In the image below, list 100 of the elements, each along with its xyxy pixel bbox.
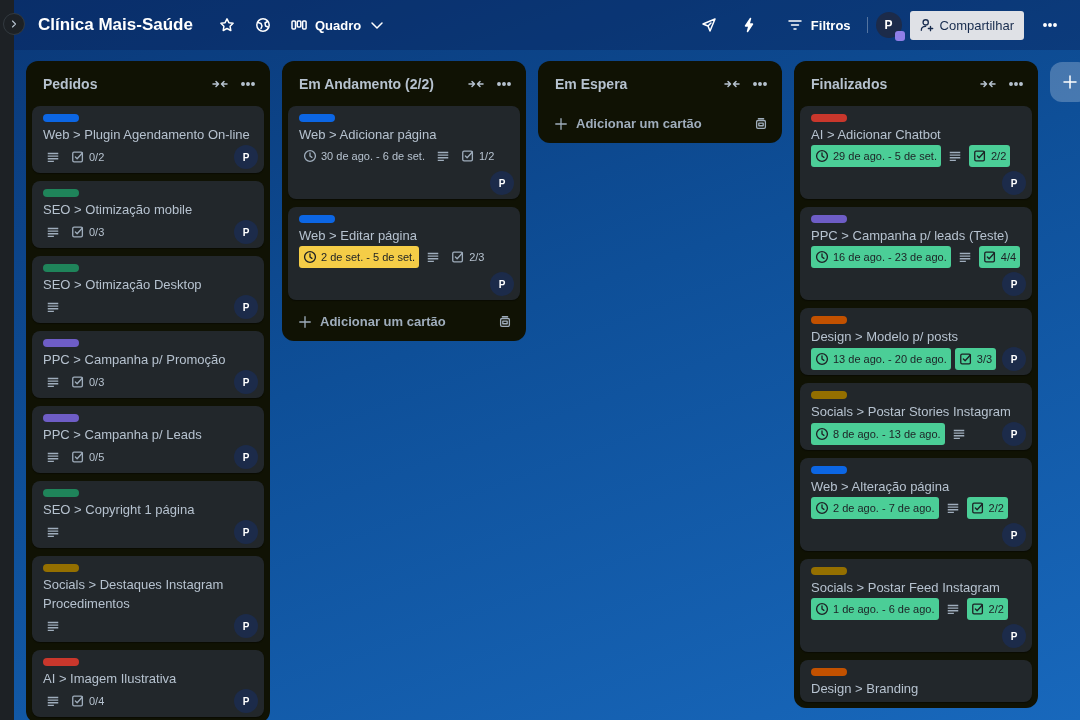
card[interactable]: Web > Adicionar página 30 de ago. - 6 de set. 1/2 P	[288, 106, 520, 199]
clock-icon	[815, 427, 829, 441]
member-avatar[interactable]: P	[234, 295, 258, 319]
list-title[interactable]: Em Andamento (2/2)	[299, 74, 460, 94]
member-avatar[interactable]: P	[490, 171, 514, 195]
checklist-count: 0/5	[89, 451, 105, 463]
template-icon[interactable]	[754, 116, 768, 131]
checklist-count: 1/2	[478, 150, 495, 162]
member-avatar[interactable]: P	[1002, 422, 1026, 446]
due-date-text: 2 de ago. - 7 de ago.	[833, 502, 935, 514]
member-avatar[interactable]: P	[234, 145, 258, 169]
member-avatar[interactable]: P	[1002, 523, 1026, 547]
card-title: Socials > Postar Stories Instagram	[811, 403, 1012, 421]
checklist-icon	[460, 149, 475, 163]
due-date-badge[interactable]: 2 de set. - 5 de set.	[299, 246, 420, 268]
checklist-icon	[71, 450, 85, 464]
card[interactable]: Socials > Destaques Instagram Procedimentos P	[32, 556, 264, 642]
checklist-count: 0/4	[89, 695, 105, 707]
member-avatar[interactable]: P	[1002, 272, 1026, 296]
globe-icon[interactable]	[254, 17, 271, 33]
due-date-text: 30 de ago. - 6 de set.	[321, 150, 425, 162]
member-avatar[interactable]: P	[490, 272, 514, 296]
board-title[interactable]: Clínica Mais-Saúde	[38, 15, 193, 35]
board-columns-icon	[290, 17, 307, 33]
view-switcher-button[interactable]: Quadro	[282, 13, 394, 37]
clock-icon	[815, 501, 829, 515]
card[interactable]: SEO > Copyright 1 página P	[32, 481, 264, 548]
plus-icon	[298, 314, 312, 329]
due-date-badge[interactable]: 2 de ago. - 7 de ago.	[811, 497, 939, 519]
member-avatar[interactable]: P	[1002, 624, 1026, 648]
card-title: Web > Adicionar página	[299, 126, 438, 144]
checklist-icon	[972, 149, 987, 163]
card[interactable]: Socials > Postar Feed Instagram 1 de ago. - 6 de ago. 2/2 P	[800, 559, 1032, 652]
due-date-badge[interactable]: 30 de ago. - 6 de set.	[299, 145, 429, 167]
person-add-icon	[919, 18, 934, 32]
member-avatar[interactable]: P	[234, 220, 258, 244]
checklist-icon	[958, 352, 973, 366]
add-card-button[interactable]: Adicionar um cartão	[288, 308, 520, 335]
due-date-text: 29 de ago. - 5 de set.	[833, 150, 937, 162]
checklist-icon	[71, 375, 85, 389]
due-date-badge[interactable]: 1 de ago. - 6 de ago.	[811, 598, 939, 620]
share-button[interactable]: Compartilhar	[909, 10, 1024, 40]
card[interactable]: Socials > Postar Stories Instagram 8 de ago. - 13 de ago. P	[800, 383, 1032, 450]
due-date-badge[interactable]: 29 de ago. - 5 de set.	[811, 145, 941, 167]
checklist-icon	[451, 250, 466, 264]
card[interactable]: Web > Plugin Agendamento On-line 0/2 P	[32, 106, 264, 173]
card[interactable]: Design > Modelo p/ posts 13 de ago. - 20 de ago. 3/3 P	[800, 308, 1032, 375]
member-avatar[interactable]: P	[234, 689, 258, 713]
add-card-button[interactable]: Adicionar um cartão	[544, 110, 776, 137]
checklist-icon	[71, 694, 85, 708]
card-title: AI > Adicionar Chatbot	[811, 126, 942, 144]
checklist-count: 3/3	[976, 353, 993, 365]
card[interactable]: PPC > Campanha p/ Leads 0/5 P	[32, 406, 264, 473]
sidebar-toggle-button[interactable]	[3, 13, 25, 35]
member-avatar[interactable]: P	[1002, 347, 1026, 371]
member-avatar[interactable]: P	[234, 614, 258, 638]
card[interactable]: SEO > Otimização mobile 0/3 P	[32, 181, 264, 248]
member-avatar[interactable]: P	[234, 370, 258, 394]
template-icon[interactable]	[498, 314, 512, 329]
card[interactable]: PPC > Campanha p/ leads (Teste) 16 de ago. - 23 de ago. 4/4 P	[800, 207, 1032, 300]
card[interactable]: Web > Editar página 2 de set. - 5 de set. 2/3 P	[288, 207, 520, 300]
checklist-icon	[982, 250, 997, 264]
card[interactable]: Design > Branding	[800, 660, 1032, 702]
add-list-button[interactable]	[1050, 62, 1080, 102]
card-title: Design > Modelo p/ posts	[811, 328, 960, 346]
due-date-badge[interactable]: 13 de ago. - 20 de ago.	[811, 348, 951, 370]
card-title: SEO > Otimização Desktop	[43, 276, 203, 294]
member-avatar[interactable]: P	[234, 445, 258, 469]
plus-icon	[554, 116, 568, 131]
card[interactable]: SEO > Otimização Desktop P	[32, 256, 264, 323]
due-date-text: 16 de ago. - 23 de ago.	[833, 251, 947, 263]
due-date-badge[interactable]: 8 de ago. - 13 de ago.	[811, 423, 945, 445]
checklist-count: 0/3	[89, 226, 105, 238]
clock-icon	[303, 149, 317, 163]
card-title: AI > Imagem Ilustrativa	[43, 670, 178, 688]
card-title: SEO > Copyright 1 página	[43, 501, 196, 519]
checklist-icon	[970, 501, 985, 515]
member-avatar[interactable]: P	[234, 520, 258, 544]
list-title[interactable]: Finalizados	[811, 74, 972, 94]
member-avatar[interactable]: P	[875, 12, 902, 38]
clock-icon	[815, 602, 829, 616]
checklist-icon	[970, 602, 985, 616]
card-title: Socials > Postar Feed Instagram	[811, 579, 1001, 597]
card[interactable]: AI > Imagem Ilustrativa 0/4 P	[32, 650, 264, 717]
due-date-badge[interactable]: 16 de ago. - 23 de ago.	[811, 246, 951, 268]
checklist-count: 0/3	[89, 376, 105, 388]
due-date-text: 8 de ago. - 13 de ago.	[833, 428, 941, 440]
list-title[interactable]: Em Espera	[555, 74, 716, 94]
card[interactable]: AI > Adicionar Chatbot 29 de ago. - 5 de set. 2/2 P	[800, 106, 1032, 199]
filter-button[interactable]: Filtros	[778, 13, 859, 37]
due-date-text: 2 de set. - 5 de set.	[321, 251, 416, 263]
member-avatar[interactable]: P	[1002, 171, 1026, 195]
checklist-count: 0/2	[89, 151, 105, 163]
card-title: SEO > Otimização mobile	[43, 201, 194, 219]
card[interactable]: Web > Alteração página 2 de ago. - 7 de ago. 2/2 P	[800, 458, 1032, 551]
clock-icon	[815, 250, 829, 264]
star-icon[interactable]	[218, 17, 235, 33]
list-title[interactable]: Pedidos	[43, 74, 204, 94]
checklist-count: 4/4	[1000, 251, 1017, 263]
card[interactable]: PPC > Campanha p/ Promoção 0/3 P	[32, 331, 264, 398]
